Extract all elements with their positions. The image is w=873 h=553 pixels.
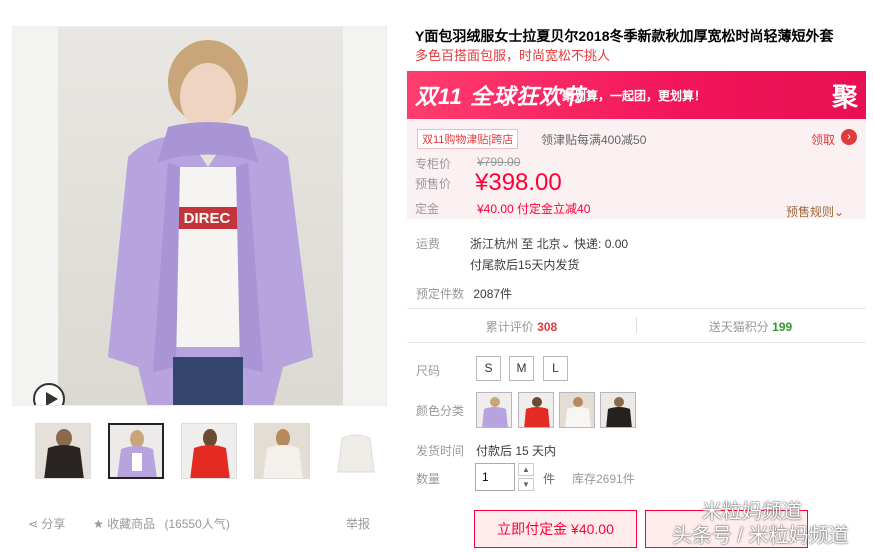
reviews-stat[interactable]: 累计评价 308 [407,318,636,335]
size-option-s[interactable]: S [476,356,501,381]
watermark: 米粒妈频道 头条号 / 米粒妈频道 [672,501,849,547]
presale-rules-link[interactable]: 预售规则⌄ [786,203,844,220]
quantity-increase-icon[interactable]: ▲ [518,463,534,476]
color-option-white[interactable] [559,392,595,428]
sale-price-label: 预售价 [415,177,452,191]
product-title: Y面包羽绒服女士拉夏贝尔2018冬季新款秋加厚宽松时尚轻薄短外套 [415,28,834,44]
orig-price: ¥799.00 [477,155,521,169]
svg-text:DIREC: DIREC [184,210,231,227]
thumbnail-white-jacket[interactable] [327,423,383,479]
quantity-decrease-icon[interactable]: ▼ [518,478,534,491]
promo-slogan: 聚划算，一起团，更划算！ [562,89,707,103]
color-option-purple[interactable] [476,392,512,428]
product-photo: DIREC [58,27,343,405]
shipping-note: 付尾款后15天内发货 [470,258,580,272]
product-subtitle: 多色百搭面包服，时尚宽松不挑人 [415,48,611,63]
stock-count: 库存2691件 [572,472,635,486]
juhuasuan-logo: 聚 [831,82,858,112]
color-option-black[interactable] [600,392,636,428]
pay-deposit-button[interactable]: 立即付定金 ¥40.00 [474,510,637,548]
coupon-tag: 双11购物津贴|跨店 [417,129,519,149]
favorite-button[interactable]: ★ 收藏商品 (16550人气) [93,515,230,532]
promo-title: 双11 全球狂欢节 [415,84,585,109]
thumbnail-strip [35,423,383,479]
points-stat: 送天猫积分 199 [708,320,793,334]
quantity-label: 数量 [416,472,441,486]
main-product-image[interactable]: DIREC [12,26,387,406]
sale-price: ¥398.00 [475,169,562,196]
preorder-count: 2087件 [473,287,513,301]
double11-banner[interactable]: 双11 全球狂欢节 聚划算，一起团，更划算！ 聚 [407,71,866,119]
report-link[interactable]: 举报 [346,515,370,532]
ship-time-value: 付款后 15 天内 [476,444,557,458]
size-label: 尺码 [416,364,441,378]
thumbnail-black[interactable] [35,423,91,479]
shipping-label: 运费 [416,237,441,251]
reviews-count: 308 [537,320,558,334]
color-option-red[interactable] [518,392,554,428]
coupon-get-link[interactable]: 领取 [811,131,835,148]
size-option-l[interactable]: L [543,356,568,381]
price-panel: 双11购物津贴|跨店 领津贴每满400减50 领取 › 专柜价 ¥799.00 … [407,119,866,219]
points-count: 199 [772,320,793,334]
ship-time-label: 发货时间 [416,444,465,458]
size-option-m[interactable]: M [509,356,534,381]
share-button[interactable]: ⋖ 分享 [28,515,65,532]
shipping-row: 运费 浙江杭州 至 北京⌄ 快递: 0.00 [416,235,628,252]
quantity-unit: 件 [543,472,556,486]
shipping-route[interactable]: 浙江杭州 至 北京⌄ 快递: 0.00 [470,235,628,252]
color-label: 颜色分类 [416,404,465,418]
thumbnail-red[interactable] [181,423,237,479]
thumbnail-purple[interactable] [108,423,164,479]
deposit-label: 定金 [415,202,440,216]
chevron-right-icon[interactable]: › [841,129,857,145]
divider [407,342,866,343]
thumbnail-white[interactable] [254,423,310,479]
share-icon: ⋖ [28,517,42,531]
preorder-label: 预定件数 [416,287,465,301]
coupon-row: 双11购物津贴|跨店 领津贴每满400减50 领取 › [417,129,857,149]
deposit-value: ¥40.00 付定金立减40 [477,202,591,216]
star-icon: ★ [93,517,108,531]
quantity-input[interactable] [475,463,515,491]
favorite-count: (16550人气) [164,517,230,531]
preorder-row: 预定件数 2087件 [416,285,512,302]
coupon-text: 领津贴每满400减50 [541,133,647,147]
orig-price-label: 专柜价 [415,157,452,171]
stats-bar: 累计评价 308 送天猫积分 199 [407,308,866,342]
